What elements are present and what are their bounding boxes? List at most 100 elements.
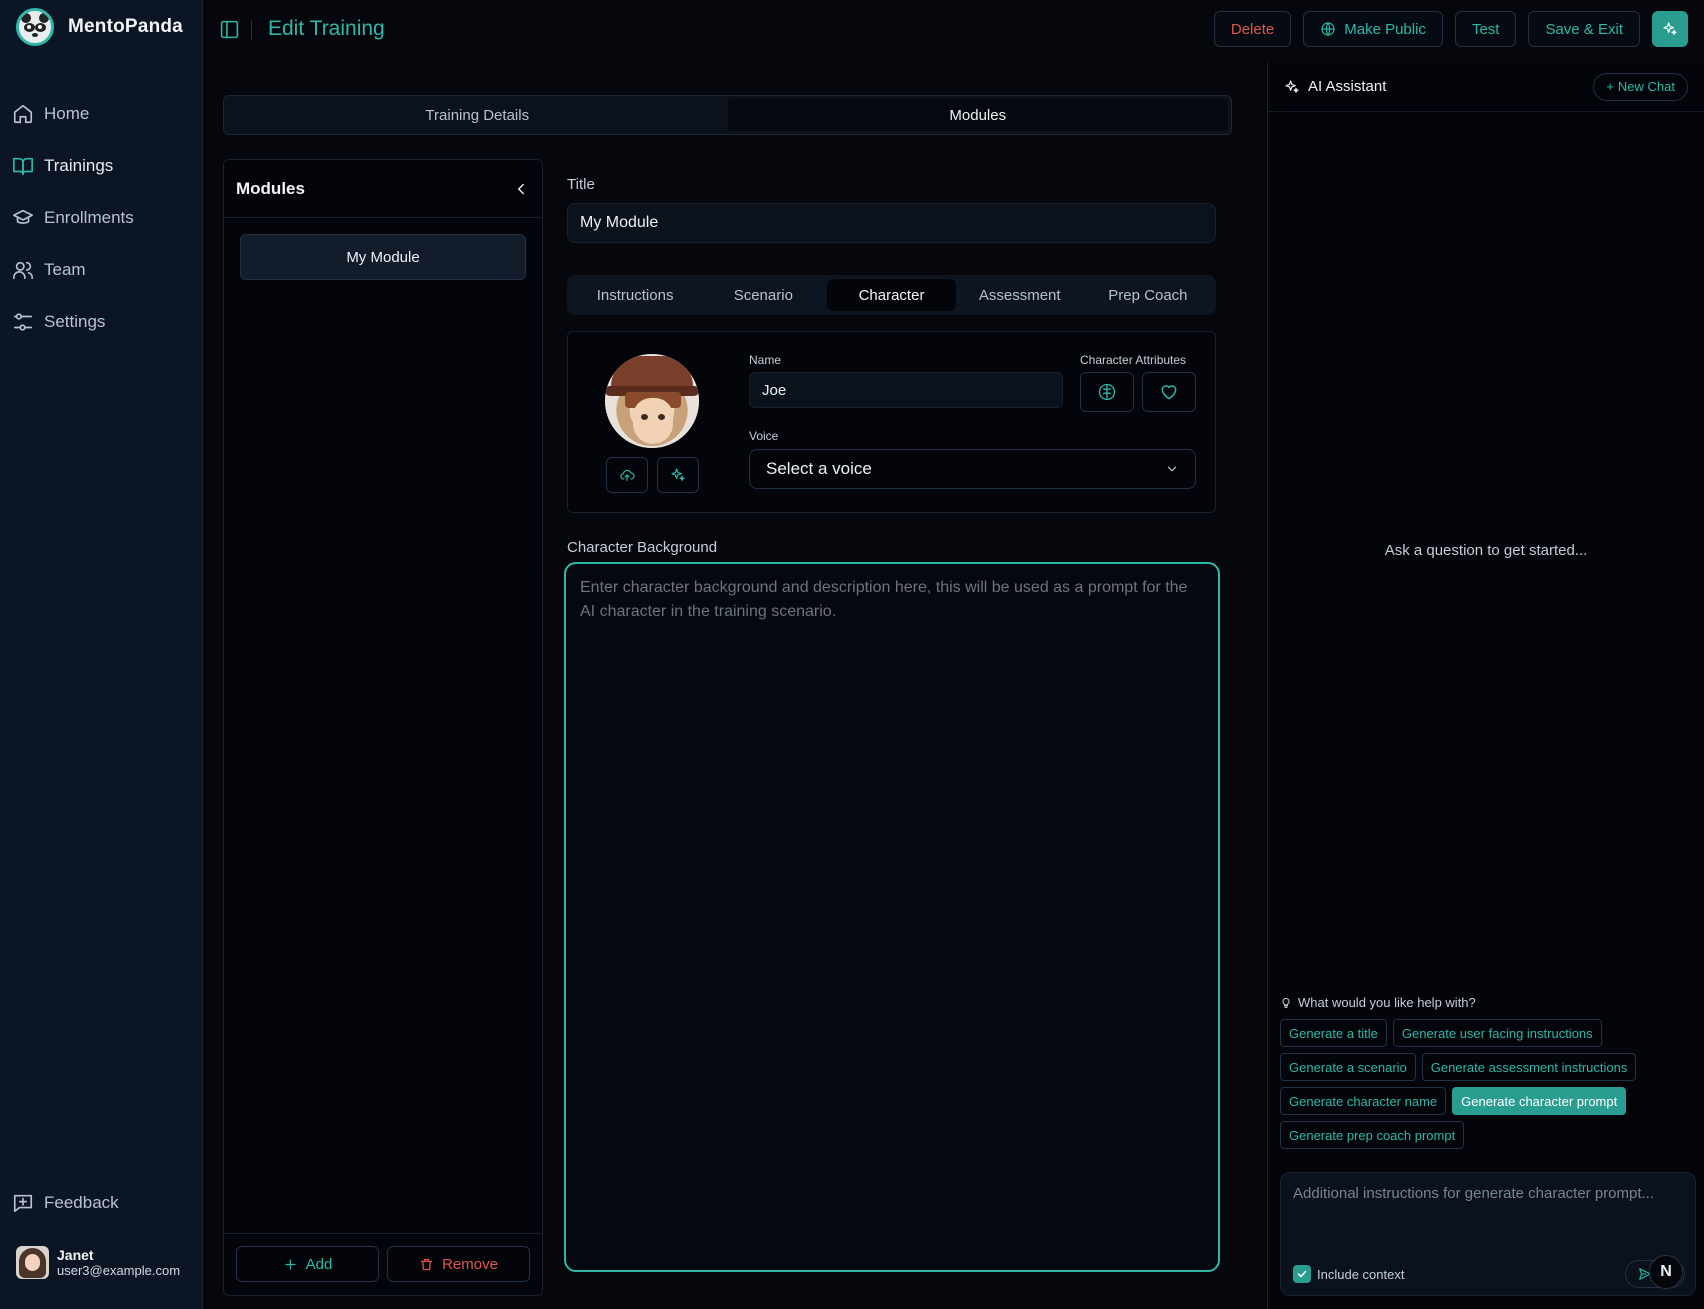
suggestion-chip[interactable]: Generate a scenario xyxy=(1280,1053,1416,1081)
include-context-label: Include context xyxy=(1317,1266,1405,1282)
main-tabs: Training Details Modules xyxy=(223,95,1232,135)
delete-label: Delete xyxy=(1230,20,1275,38)
sidebar-toggle-icon[interactable] xyxy=(219,19,240,40)
user-profile[interactable]: Janet user3@example.com xyxy=(16,1246,180,1279)
remove-label: Remove xyxy=(442,1255,498,1273)
sidebar-item-home[interactable]: Home xyxy=(12,88,192,140)
brand[interactable]: MentoPanda xyxy=(16,8,183,46)
chevron-down-icon xyxy=(1167,466,1177,472)
heart-attribute-button[interactable] xyxy=(1142,372,1196,412)
suggestion-chip[interactable]: Generate character name xyxy=(1280,1087,1447,1115)
panda-logo-icon xyxy=(16,8,54,46)
sidebar-item-settings[interactable]: Settings xyxy=(12,296,192,348)
divider xyxy=(251,20,252,40)
user-name: Janet xyxy=(57,1247,94,1263)
sidebar-item-label: Enrollments xyxy=(44,208,134,227)
character-attributes-label: Character Attributes xyxy=(1080,353,1187,367)
chip-row: Generate prep coach prompt xyxy=(1280,1121,1695,1149)
tab-instructions[interactable]: Instructions xyxy=(571,279,699,311)
ai-toggle-button[interactable] xyxy=(1652,11,1688,47)
suggestion-chip[interactable]: Generate prep coach prompt xyxy=(1280,1121,1465,1149)
brain-icon xyxy=(1098,383,1116,401)
modules-header: Modules xyxy=(224,160,542,218)
brain-attribute-button[interactable] xyxy=(1080,372,1134,412)
help-title-text: What would you like help with? xyxy=(1298,995,1476,1010)
sliders-icon xyxy=(13,313,33,331)
cloud-upload-icon xyxy=(620,469,635,481)
character-avatar xyxy=(605,354,699,448)
heart-icon xyxy=(1161,385,1177,400)
sidebar-item-label: Settings xyxy=(44,312,106,331)
sparkles-icon xyxy=(1663,22,1677,35)
floating-badge[interactable]: N xyxy=(1649,1255,1683,1289)
chip-row: Generate a title Generate user facing in… xyxy=(1280,1019,1695,1047)
ai-composer: Include context xyxy=(1280,1172,1696,1296)
sidebar-item-enrollments[interactable]: Enrollments xyxy=(12,192,192,244)
new-chat-button[interactable]: + New Chat xyxy=(1593,72,1688,101)
character-name-input[interactable] xyxy=(749,372,1063,408)
module-title-input[interactable] xyxy=(567,203,1216,243)
suggestion-chip[interactable]: Generate user facing instructions xyxy=(1392,1019,1602,1047)
user-email: user3@example.com xyxy=(57,1263,181,1278)
add-module-button[interactable]: Add xyxy=(236,1246,379,1282)
tab-character[interactable]: Character xyxy=(827,279,956,311)
add-label: Add xyxy=(305,1255,333,1273)
delete-button[interactable]: Delete xyxy=(1213,11,1292,47)
chevron-left-icon[interactable] xyxy=(512,180,530,198)
sidebar-item-trainings[interactable]: Trainings xyxy=(12,140,192,192)
feedback-button[interactable]: Feedback xyxy=(12,1192,119,1214)
ai-assistant-panel: AI Assistant + New Chat Ask a question t… xyxy=(1267,62,1704,1309)
trash-icon xyxy=(420,1258,433,1270)
check-icon xyxy=(1297,1270,1307,1278)
chip-row: Generate a scenario Generate assessment … xyxy=(1280,1053,1695,1081)
ai-assistant-title: AI Assistant xyxy=(1284,78,1386,95)
graduation-cap-icon xyxy=(13,209,33,224)
ai-assistant-title-text: AI Assistant xyxy=(1308,78,1387,95)
header-actions: Delete Make Public Test Save & Exit xyxy=(1213,11,1688,47)
tab-scenario[interactable]: Scenario xyxy=(699,279,827,311)
voice-select[interactable]: Select a voice xyxy=(749,449,1196,489)
test-button[interactable]: Test xyxy=(1454,11,1517,47)
feedback-label: Feedback xyxy=(44,1193,119,1212)
include-context-toggle[interactable]: Include context xyxy=(1293,1265,1404,1283)
save-exit-label: Save & Exit xyxy=(1545,20,1623,38)
help-title: What would you like help with? xyxy=(1280,995,1695,1010)
tab-training-details[interactable]: Training Details xyxy=(227,99,728,131)
include-context-checkbox[interactable] xyxy=(1293,1265,1311,1283)
voice-label: Voice xyxy=(749,429,779,443)
plus-icon: + xyxy=(1606,79,1614,94)
modules-footer: Add Remove xyxy=(224,1233,542,1295)
test-label: Test xyxy=(1471,20,1500,38)
book-icon xyxy=(13,157,33,176)
ai-empty-state: Ask a question to get started... xyxy=(1384,542,1588,559)
save-exit-button[interactable]: Save & Exit xyxy=(1528,11,1640,47)
suggestion-chip-active[interactable]: Generate character prompt xyxy=(1452,1087,1627,1115)
character-background-textarea[interactable] xyxy=(564,562,1220,1272)
modules-panel: Modules My Module Add Remove xyxy=(223,159,543,1296)
brand-name: MentoPanda xyxy=(68,16,183,37)
plus-icon xyxy=(285,1259,296,1269)
tab-modules[interactable]: Modules xyxy=(727,99,1228,131)
suggestion-chip[interactable]: Generate assessment instructions xyxy=(1421,1053,1637,1081)
users-icon xyxy=(13,261,33,280)
sparkles-icon xyxy=(1285,79,1299,93)
ai-instructions-input[interactable] xyxy=(1281,1173,1695,1253)
generate-avatar-button[interactable] xyxy=(657,457,699,493)
page-title: Edit Training xyxy=(268,17,385,40)
voice-select-value: Select a voice xyxy=(766,459,872,478)
suggestion-chip[interactable]: Generate a title xyxy=(1280,1019,1387,1047)
character-card: Name Character Attributes Voice Select a… xyxy=(567,331,1216,513)
character-background-label: Character Background xyxy=(567,539,718,556)
tab-assessment[interactable]: Assessment xyxy=(956,279,1084,311)
upload-avatar-button[interactable] xyxy=(606,457,648,493)
make-public-label: Make Public xyxy=(1344,20,1426,38)
remove-module-button[interactable]: Remove xyxy=(387,1246,530,1282)
module-list-item[interactable]: My Module xyxy=(240,234,526,280)
avatar xyxy=(16,1246,49,1279)
make-public-button[interactable]: Make Public xyxy=(1303,11,1443,47)
sidebar-item-label: Team xyxy=(44,260,86,279)
sidebar-item-team[interactable]: Team xyxy=(12,244,192,296)
chip-row: Generate character name Generate charact… xyxy=(1280,1087,1695,1115)
title-label: Title xyxy=(567,176,595,193)
tab-prep-coach[interactable]: Prep Coach xyxy=(1084,279,1212,311)
